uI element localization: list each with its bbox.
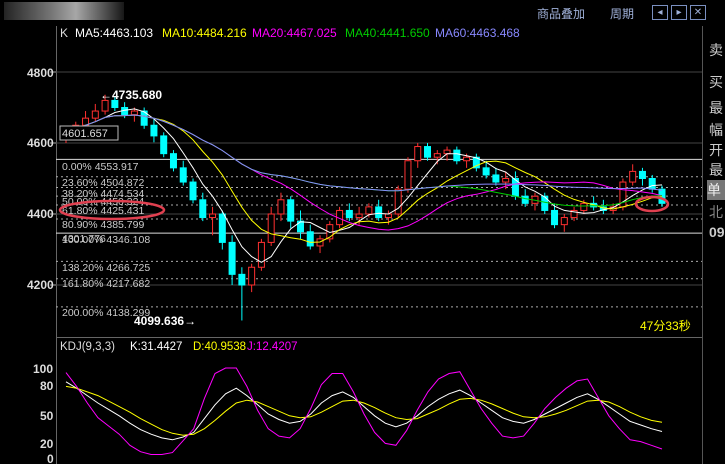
stock-chart: K MA5:4463.103 MA10:4484.216 MA20:4467.0…	[27, 26, 702, 464]
candle-body	[248, 266, 256, 286]
kdj-legend-j: J:12.4207	[247, 341, 298, 353]
panel-item-buy: 买	[709, 74, 723, 90]
legend-ma10: MA10:4484.216	[162, 26, 247, 40]
candle-body	[384, 213, 392, 219]
candle-body	[169, 153, 177, 169]
kdj-tick-80: 80	[40, 379, 54, 393]
price-box-value: 4601.657	[62, 128, 108, 140]
candle-body	[277, 199, 285, 215]
fib-overlap-label: 4301.776	[62, 233, 106, 245]
candle-body	[492, 174, 500, 183]
candle-body	[209, 213, 217, 219]
candle-body	[355, 213, 363, 219]
highlight-ellipse-right	[634, 195, 670, 213]
candle-body	[189, 181, 197, 201]
fib-label-161: 161.80% 4217.682	[62, 278, 150, 290]
candle-body	[580, 202, 588, 211]
candle-body	[521, 195, 529, 204]
price-tick-4800: 4800	[27, 66, 54, 80]
candle-body	[482, 167, 490, 176]
candle-body	[296, 220, 304, 233]
price-tick-4400: 4400	[27, 207, 54, 221]
kdj-tick-20: 20	[40, 437, 54, 451]
candle-body	[375, 206, 383, 219]
kdj-d-line	[65, 385, 663, 436]
price-tick-4600: 4600	[27, 136, 54, 150]
candle-body	[648, 178, 656, 190]
candle-body	[306, 231, 314, 247]
candle-body	[179, 167, 187, 183]
main-legend-prefix: K	[60, 26, 68, 40]
kdj-j-line	[65, 367, 663, 455]
candle-body	[130, 110, 138, 116]
price-grid	[50, 71, 702, 286]
price-tick-4200: 4200	[27, 278, 54, 292]
candle-body	[560, 217, 568, 226]
kdj-tick-50: 50	[40, 409, 54, 423]
quote-side-panel: 卖 买 最 幅 开 最 单 北 09	[702, 26, 725, 464]
fib-label-0: 0.00% 4553.917	[62, 161, 139, 173]
candle-body	[150, 124, 158, 137]
candle-body	[238, 273, 246, 286]
candlestick-series	[62, 94, 666, 321]
panel-item-north: 北	[709, 204, 723, 220]
fib-labels: 0.00% 4553.917 23.60% 4504.872 38.20% 44…	[62, 161, 150, 319]
candle-body	[394, 188, 402, 215]
candle-body	[218, 213, 226, 243]
candle-body	[433, 153, 441, 158]
candle-body	[404, 160, 412, 190]
countdown-timer: 47分33秒	[640, 319, 691, 333]
fib-label-138: 138.20% 4266.725	[62, 262, 150, 274]
fib-label-80: 80.90% 4385.799	[62, 219, 144, 231]
panel-item-sell: 卖	[709, 42, 723, 58]
candle-body	[160, 135, 168, 155]
candle-body	[629, 170, 637, 183]
candle-body	[453, 149, 461, 162]
kdj-legend-d: D:40.9538	[193, 341, 246, 353]
candle-body	[638, 170, 646, 179]
kdj-k-line	[65, 381, 663, 441]
legend-ma20: MA20:4467.025	[252, 26, 337, 40]
candle-body	[267, 213, 275, 243]
candle-body	[287, 199, 295, 222]
candle-body	[443, 149, 451, 155]
panel-item-change: 幅	[709, 122, 723, 138]
legend-ma60: MA60:4463.468	[435, 26, 520, 40]
candle-body	[345, 209, 353, 219]
kdj-legend-k: K:31.4427	[130, 341, 182, 353]
legend-ma5: MA5:4463.103	[75, 26, 153, 40]
candle-body	[414, 146, 422, 162]
candle-body	[551, 209, 559, 226]
candle-body	[228, 241, 236, 275]
candle-body	[257, 241, 265, 268]
candle-body	[91, 110, 99, 119]
panel-item-open: 开	[709, 142, 723, 158]
high-annotation: ←4735.680	[100, 88, 162, 102]
kdj-legend-prefix: KDJ(9,3,3)	[60, 341, 115, 353]
low-annotation: 4099.636→	[134, 314, 196, 328]
candle-body	[463, 156, 471, 162]
panel-item-time: 09	[709, 224, 725, 240]
kdj-tick-100: 100	[33, 362, 53, 376]
panel-item-high: 最	[709, 162, 723, 178]
kdj-tick-0: 0	[47, 452, 54, 464]
candle-body	[502, 178, 510, 183]
candle-body	[365, 206, 373, 215]
candle-body	[424, 146, 432, 158]
legend-ma40: MA40:4441.650	[345, 26, 430, 40]
kdj-lines	[65, 367, 663, 455]
panel-item-latest: 最	[709, 100, 723, 116]
candle-body	[199, 199, 207, 219]
panel-item-single[interactable]: 单	[707, 180, 725, 200]
